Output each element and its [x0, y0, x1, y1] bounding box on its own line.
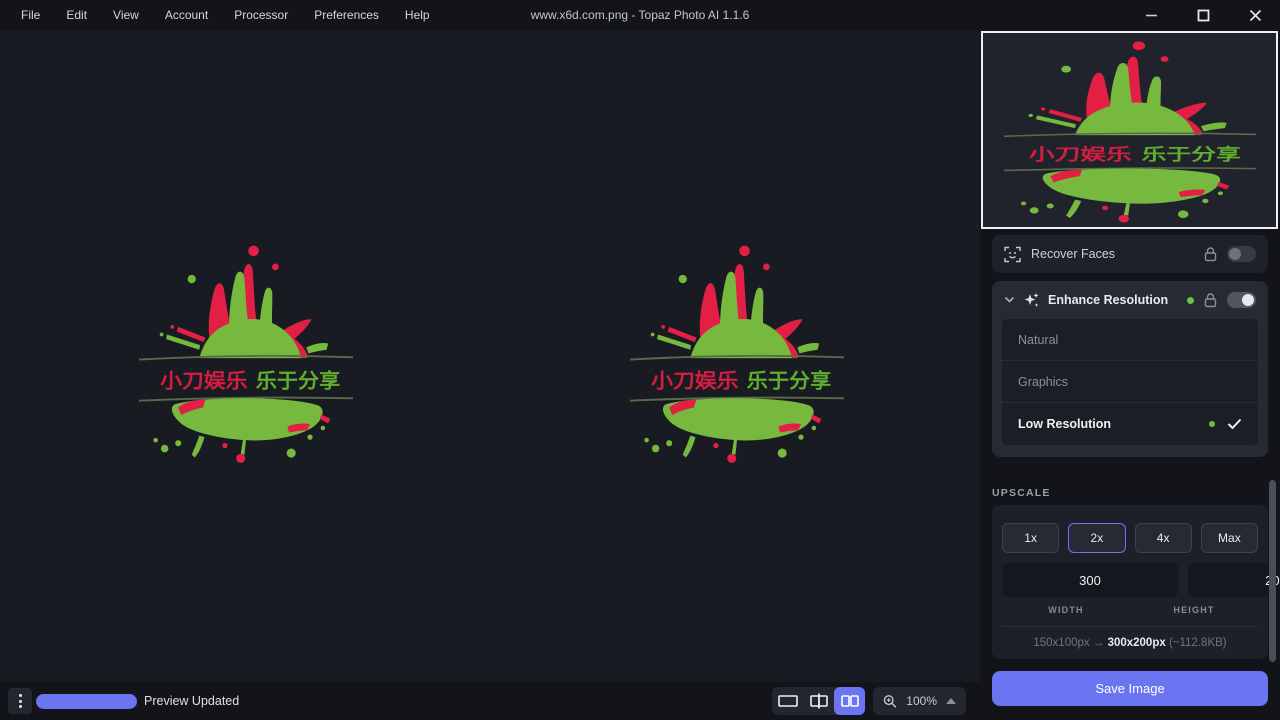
- progress-bar: [36, 694, 137, 709]
- recover-faces-label: Recover Faces: [1031, 247, 1115, 261]
- enhance-active-dot: [1187, 297, 1194, 304]
- titlebar: File Edit View Account Processor Prefere…: [0, 0, 1280, 30]
- checkmark-icon: [1227, 418, 1242, 430]
- splat-text-red: 小刀娱乐: [1028, 145, 1131, 164]
- enhance-resolution-label: Enhance Resolution: [1048, 293, 1168, 307]
- enhance-resolution-panel: Enhance Resolution Natural Graphics: [992, 281, 1268, 457]
- maximize-icon: [1197, 9, 1210, 22]
- enhance-mode-list: Natural Graphics Low Resolution: [1002, 319, 1258, 445]
- split-view-icon: [810, 693, 828, 709]
- splatter-artwork: 小刀娱乐 乐于分享: [997, 35, 1263, 225]
- minimize-icon: [1145, 9, 1158, 22]
- splatter-artwork: 小刀娱乐 乐于分享: [624, 238, 850, 466]
- single-view-button[interactable]: [772, 687, 803, 715]
- preview-image-original[interactable]: 小刀娱乐 乐于分享: [133, 238, 359, 466]
- close-button[interactable]: [1248, 8, 1262, 22]
- splat-text-red: 小刀娱乐: [651, 370, 739, 393]
- enhance-mode-low-resolution[interactable]: Low Resolution: [1002, 403, 1258, 445]
- enhance-mode-label: Natural: [1018, 333, 1058, 347]
- splat-text-red: 小刀娱乐: [160, 370, 248, 393]
- splatter-artwork: 小刀娱乐 乐于分享: [133, 238, 359, 466]
- menu-help[interactable]: Help: [394, 4, 441, 26]
- side-by-side-icon: [841, 695, 859, 707]
- zoom-control[interactable]: 100%: [873, 687, 966, 715]
- enhance-resolution-header[interactable]: Enhance Resolution: [992, 281, 1268, 319]
- summary-arrow: →: [1093, 637, 1105, 649]
- width-input[interactable]: [1002, 563, 1178, 597]
- zoom-dropdown-arrow-icon[interactable]: [946, 698, 956, 704]
- lock-icon: [1204, 293, 1217, 308]
- enhance-resolution-toggle[interactable]: [1227, 292, 1256, 308]
- kebab-icon: [19, 694, 22, 697]
- menu-file[interactable]: File: [10, 4, 51, 26]
- upscale-panel: 1x 2x 4x Max WIDTH HEIGHT 150x100px → 30…: [992, 505, 1268, 659]
- topaz-photo-ai-window: File Edit View Account Processor Prefere…: [0, 0, 1280, 720]
- preview-canvas[interactable]: 小刀娱乐 乐于分享: [0, 30, 980, 682]
- zoom-level: 100%: [906, 694, 937, 708]
- window-controls: [1144, 8, 1280, 22]
- divider: [1002, 626, 1258, 627]
- maximize-button[interactable]: [1196, 8, 1210, 22]
- menu-processor[interactable]: Processor: [223, 4, 299, 26]
- menu-preferences[interactable]: Preferences: [303, 4, 390, 26]
- height-label: HEIGHT: [1130, 605, 1258, 615]
- enhance-mode-graphics[interactable]: Graphics: [1002, 361, 1258, 403]
- lock-icon: [1204, 247, 1217, 262]
- summary-size: (~112.8KB): [1169, 637, 1227, 649]
- single-view-icon: [778, 695, 798, 707]
- menu-view[interactable]: View: [102, 4, 150, 26]
- menu-account[interactable]: Account: [154, 4, 219, 26]
- summary-from: 150x100px: [1033, 637, 1089, 649]
- splat-text-green: 乐于分享: [747, 370, 831, 393]
- chevron-down-icon: [1004, 296, 1015, 304]
- upscale-section-label: UPSCALE: [992, 487, 1051, 499]
- recover-faces-toggle[interactable]: [1227, 246, 1256, 262]
- face-recovery-icon: [1004, 246, 1021, 263]
- splat-text-green: 乐于分享: [1141, 144, 1240, 164]
- enhance-mode-label: Graphics: [1018, 375, 1068, 389]
- enhance-mode-label: Low Resolution: [1018, 417, 1111, 431]
- mode-active-dot: [1209, 421, 1215, 427]
- enhance-mode-natural[interactable]: Natural: [1002, 319, 1258, 361]
- close-icon: [1249, 9, 1262, 22]
- sidebar-scrollbar[interactable]: [1269, 480, 1276, 662]
- scale-2x-button[interactable]: 2x: [1068, 523, 1125, 553]
- status-menu-button[interactable]: [8, 688, 32, 714]
- view-mode-group: [772, 687, 865, 715]
- split-view-button[interactable]: [803, 687, 834, 715]
- status-text: Preview Updated: [144, 694, 239, 708]
- menubar: File Edit View Account Processor Prefere…: [0, 4, 441, 26]
- preview-image-enhanced[interactable]: 小刀娱乐 乐于分享: [624, 238, 850, 466]
- scale-max-button[interactable]: Max: [1201, 523, 1258, 553]
- summary-to: 300x200px: [1108, 637, 1166, 649]
- sidebar: 小刀娱乐 乐于分享: [980, 30, 1280, 720]
- splat-text-green: 乐于分享: [256, 370, 340, 393]
- zoom-icon: [883, 694, 897, 709]
- recover-faces-panel[interactable]: Recover Faces: [992, 235, 1268, 273]
- width-label: WIDTH: [1002, 605, 1130, 615]
- side-by-side-view-button[interactable]: [834, 687, 865, 715]
- scale-4x-button[interactable]: 4x: [1135, 523, 1192, 553]
- minimize-button[interactable]: [1144, 8, 1158, 22]
- statusbar: Preview Updated: [0, 682, 980, 720]
- navigation-thumbnail[interactable]: 小刀娱乐 乐于分享: [981, 31, 1278, 229]
- sparkles-icon: [1023, 292, 1040, 309]
- scale-options: 1x 2x 4x Max: [1002, 523, 1258, 553]
- menu-edit[interactable]: Edit: [55, 4, 98, 26]
- save-image-button[interactable]: Save Image: [992, 671, 1268, 706]
- upscale-summary: 150x100px → 300x200px (~112.8KB): [1002, 637, 1258, 649]
- scale-1x-button[interactable]: 1x: [1002, 523, 1059, 553]
- height-input[interactable]: [1188, 563, 1280, 597]
